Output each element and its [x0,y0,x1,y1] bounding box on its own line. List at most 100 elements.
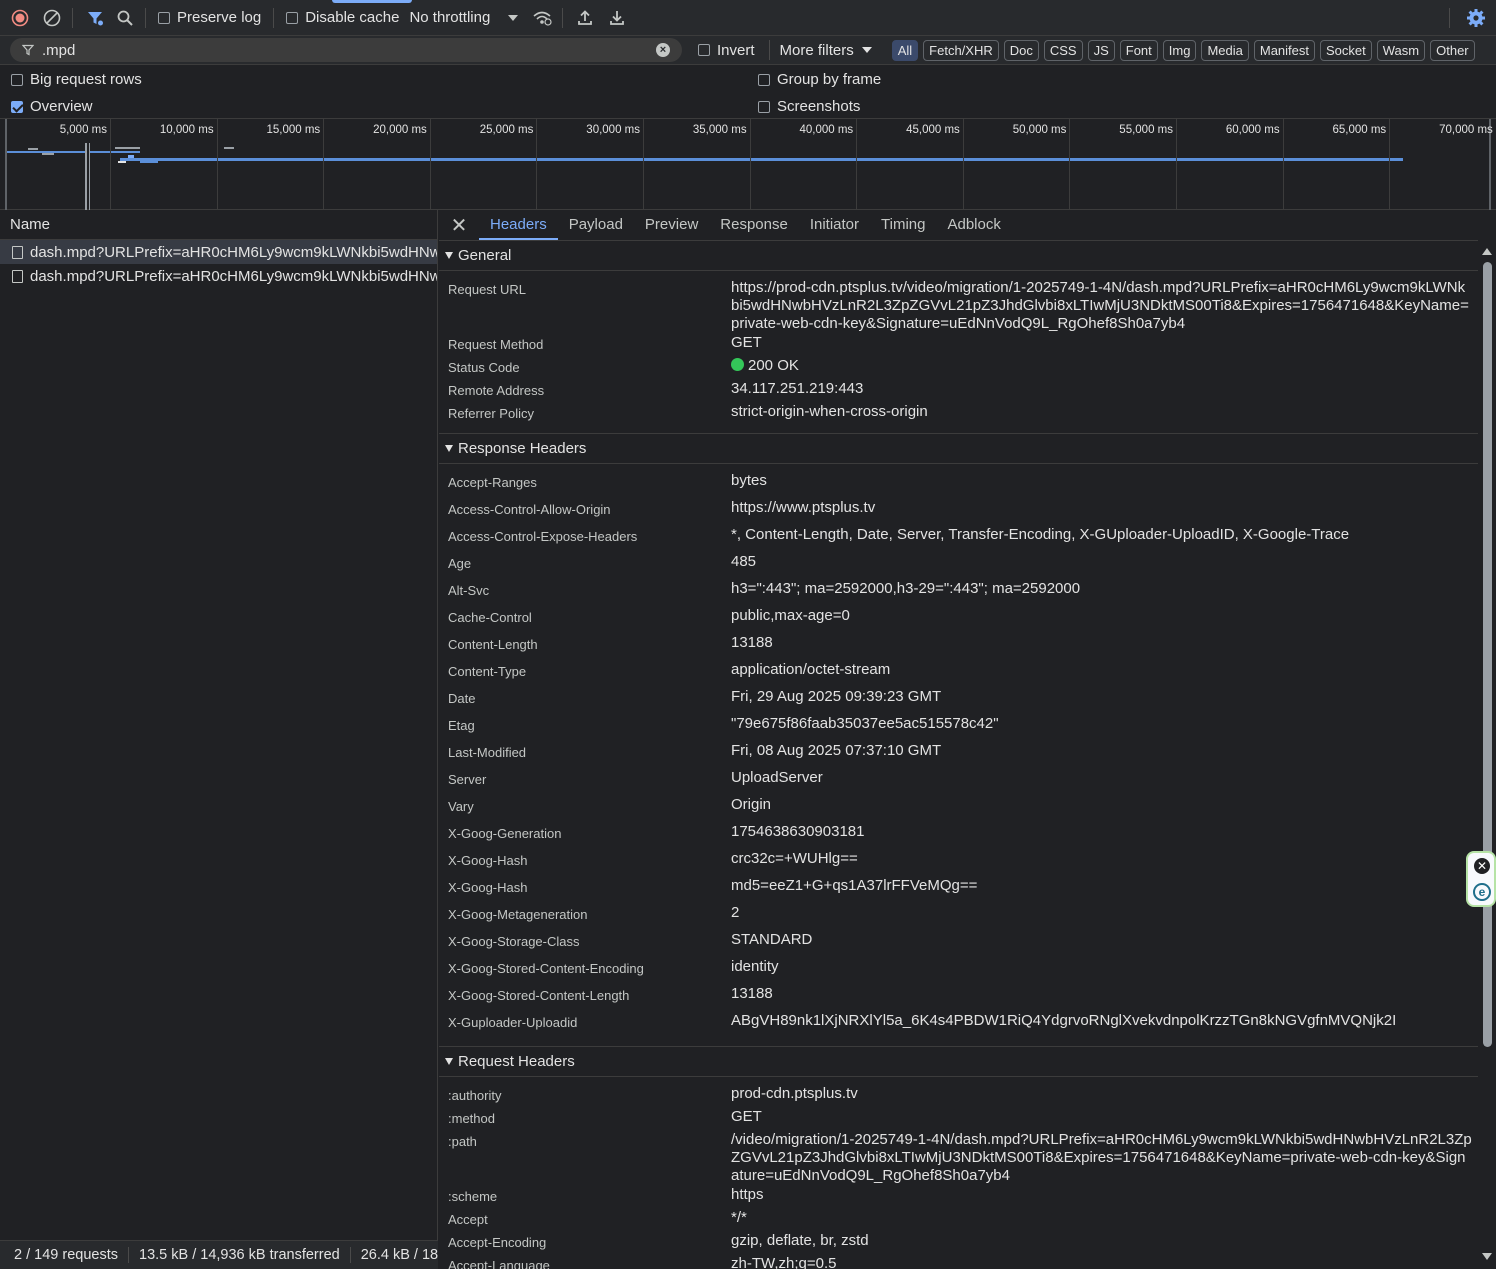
general-section-header[interactable]: General [439,241,1479,271]
group-by-frame-label: Group by frame [777,71,882,88]
scroll-up-icon[interactable] [1482,248,1492,255]
preserve-log-checkbox[interactable]: Preserve log [158,9,261,26]
screenshots-box[interactable] [758,100,770,113]
filter-type-doc[interactable]: Doc [1003,39,1039,61]
header-name: Access-Control-Allow-Origin [448,502,611,517]
header-row: Last-Modified Fri, 08 Aug 2025 07:37:10 G… [439,741,1479,768]
name-column-header[interactable]: Name [0,210,437,240]
tab-adblock[interactable]: Adblock [936,210,1011,240]
extension-widget[interactable]: ✕ e [1466,851,1496,907]
header-row: Cache-Control public,max-age=0 [439,606,1479,633]
clear-filter-icon[interactable]: × [656,43,670,57]
filter-type-socket[interactable]: Socket [1320,39,1372,61]
filter-type-other[interactable]: Other [1430,39,1475,61]
status-bar: 2 / 149 requests 13.5 kB / 14,936 kB tra… [0,1240,438,1269]
header-value: prod-cdn.ptsplus.tv [731,1085,858,1102]
group-by-frame-box[interactable] [758,73,770,86]
request-row[interactable]: dash.mpd?URLPrefix=aHR0cHM6Ly9wcm9kLWNkb… [0,264,437,288]
import-har-icon[interactable] [571,4,599,32]
header-value: application/octet-stream [731,661,891,678]
more-filters-dropdown[interactable]: More filters [768,40,872,60]
header-row: Status Code 200 OK [439,356,1479,379]
big-request-rows-label: Big request rows [30,71,142,88]
header-row: Request Method GET [439,333,1479,356]
filter-input[interactable]: .mpd × [10,38,682,62]
invert-checkbox[interactable]: Invert [698,42,755,59]
header-row: Date Fri, 29 Aug 2025 09:39:23 GMT [439,687,1479,714]
big-request-rows-box[interactable] [11,73,23,86]
filter-type-img[interactable]: Img [1162,39,1197,61]
overview-checkbox[interactable]: Overview [11,98,93,115]
extension-e-icon[interactable]: e [1473,883,1491,901]
timeline-tick-label: 40,000 ms [799,124,854,136]
header-name: Cache-Control [448,610,532,625]
header-name: X-Goog-Stored-Content-Length [448,988,630,1003]
timeline-gridline [110,119,111,210]
tab-preview[interactable]: Preview [634,210,709,240]
filter-type-font[interactable]: Font [1119,39,1158,61]
overview-timeline[interactable]: 5,000 ms 10,000 ms 15,000 ms 20,000 ms 25,00… [0,119,1496,210]
timeline-gridline [216,119,218,210]
close-icon[interactable]: ✕ [439,210,479,240]
header-value: 13188 [731,634,773,651]
timeline-gridline [429,119,431,210]
header-row: Accept-Encoding gzip, deflate, br, zstd [439,1231,1479,1254]
export-har-icon[interactable] [603,4,631,32]
scrollbar-thumb[interactable] [1483,262,1492,1047]
tab-payload[interactable]: Payload [558,210,634,240]
close-circle-icon[interactable]: ✕ [1474,858,1490,874]
filter-type-all[interactable]: All [891,39,919,61]
search-icon[interactable] [111,4,139,32]
filter-type-js[interactable]: JS [1087,39,1115,61]
header-name: Accept-Encoding [448,1235,547,1250]
header-row: :method GET [439,1107,1479,1130]
request-row[interactable]: dash.mpd?URLPrefix=aHR0cHM6Ly9wcm9kLWNkb… [0,240,437,264]
settings-gear-icon[interactable] [1462,4,1490,32]
clear-icon[interactable] [38,4,66,32]
header-name: Accept [448,1212,488,1227]
filter-icon[interactable] [81,4,109,32]
header-name: Accept-Language [448,1258,550,1269]
header-name: Content-Length [448,637,538,652]
response-headers-section-title: Response Headers [458,440,587,457]
preserve-log-box[interactable] [158,11,170,24]
disable-cache-checkbox[interactable]: Disable cache [286,9,399,26]
preserve-log-label: Preserve log [177,9,262,26]
filter-type-fetch-xhr[interactable]: Fetch/XHR [923,39,999,61]
header-value: zh-TW,zh;q=0.5 [731,1255,837,1269]
tab-timing[interactable]: Timing [870,210,936,240]
header-name: :authority [448,1088,502,1103]
screenshots-checkbox[interactable]: Screenshots [758,98,860,115]
tab-initiator[interactable]: Initiator [799,210,870,240]
network-conditions-icon[interactable] [528,4,556,32]
throttling-select[interactable]: No throttling [409,9,519,26]
filter-type-css[interactable]: CSS [1043,39,1083,61]
filter-type-wasm[interactable]: Wasm [1376,39,1426,61]
header-row: Request URL https://prod-cdn.ptsplus.tv/v… [439,278,1479,333]
header-name: Vary [448,799,474,814]
scroll-down-icon[interactable] [1482,1253,1492,1260]
request-headers-section-header[interactable]: Request Headers [439,1047,1479,1077]
big-request-rows-checkbox[interactable]: Big request rows [11,71,142,88]
throttling-value: No throttling [409,9,491,26]
tab-response[interactable]: Response [709,210,799,240]
filter-type-media[interactable]: Media [1201,39,1249,61]
header-row: Accept */* [439,1208,1479,1231]
timeline-tick-label: 20,000 ms [373,124,427,136]
header-name: X-Guploader-Uploadid [448,1015,578,1030]
invert-box[interactable] [698,44,710,56]
response-headers-section-header[interactable]: Response Headers [439,434,1479,464]
overview-box[interactable] [11,100,23,113]
header-row: Vary Origin [439,795,1479,822]
group-by-frame-checkbox[interactable]: Group by frame [758,71,881,88]
filter-type-manifest[interactable]: Manifest [1253,39,1316,61]
vertical-scrollbar[interactable] [1478,240,1496,1269]
header-row: Referrer Policy strict-origin-when-cross-… [439,402,1479,425]
tab-headers[interactable]: Headers [479,210,558,240]
disable-cache-box[interactable] [286,11,299,24]
header-name: Content-Type [448,664,527,679]
timeline-tick-label: 60,000 ms [1225,124,1280,136]
header-value: crc32c=+WUHlg== [731,850,858,867]
header-name: Date [448,691,476,706]
record-stop-icon[interactable] [6,4,34,32]
